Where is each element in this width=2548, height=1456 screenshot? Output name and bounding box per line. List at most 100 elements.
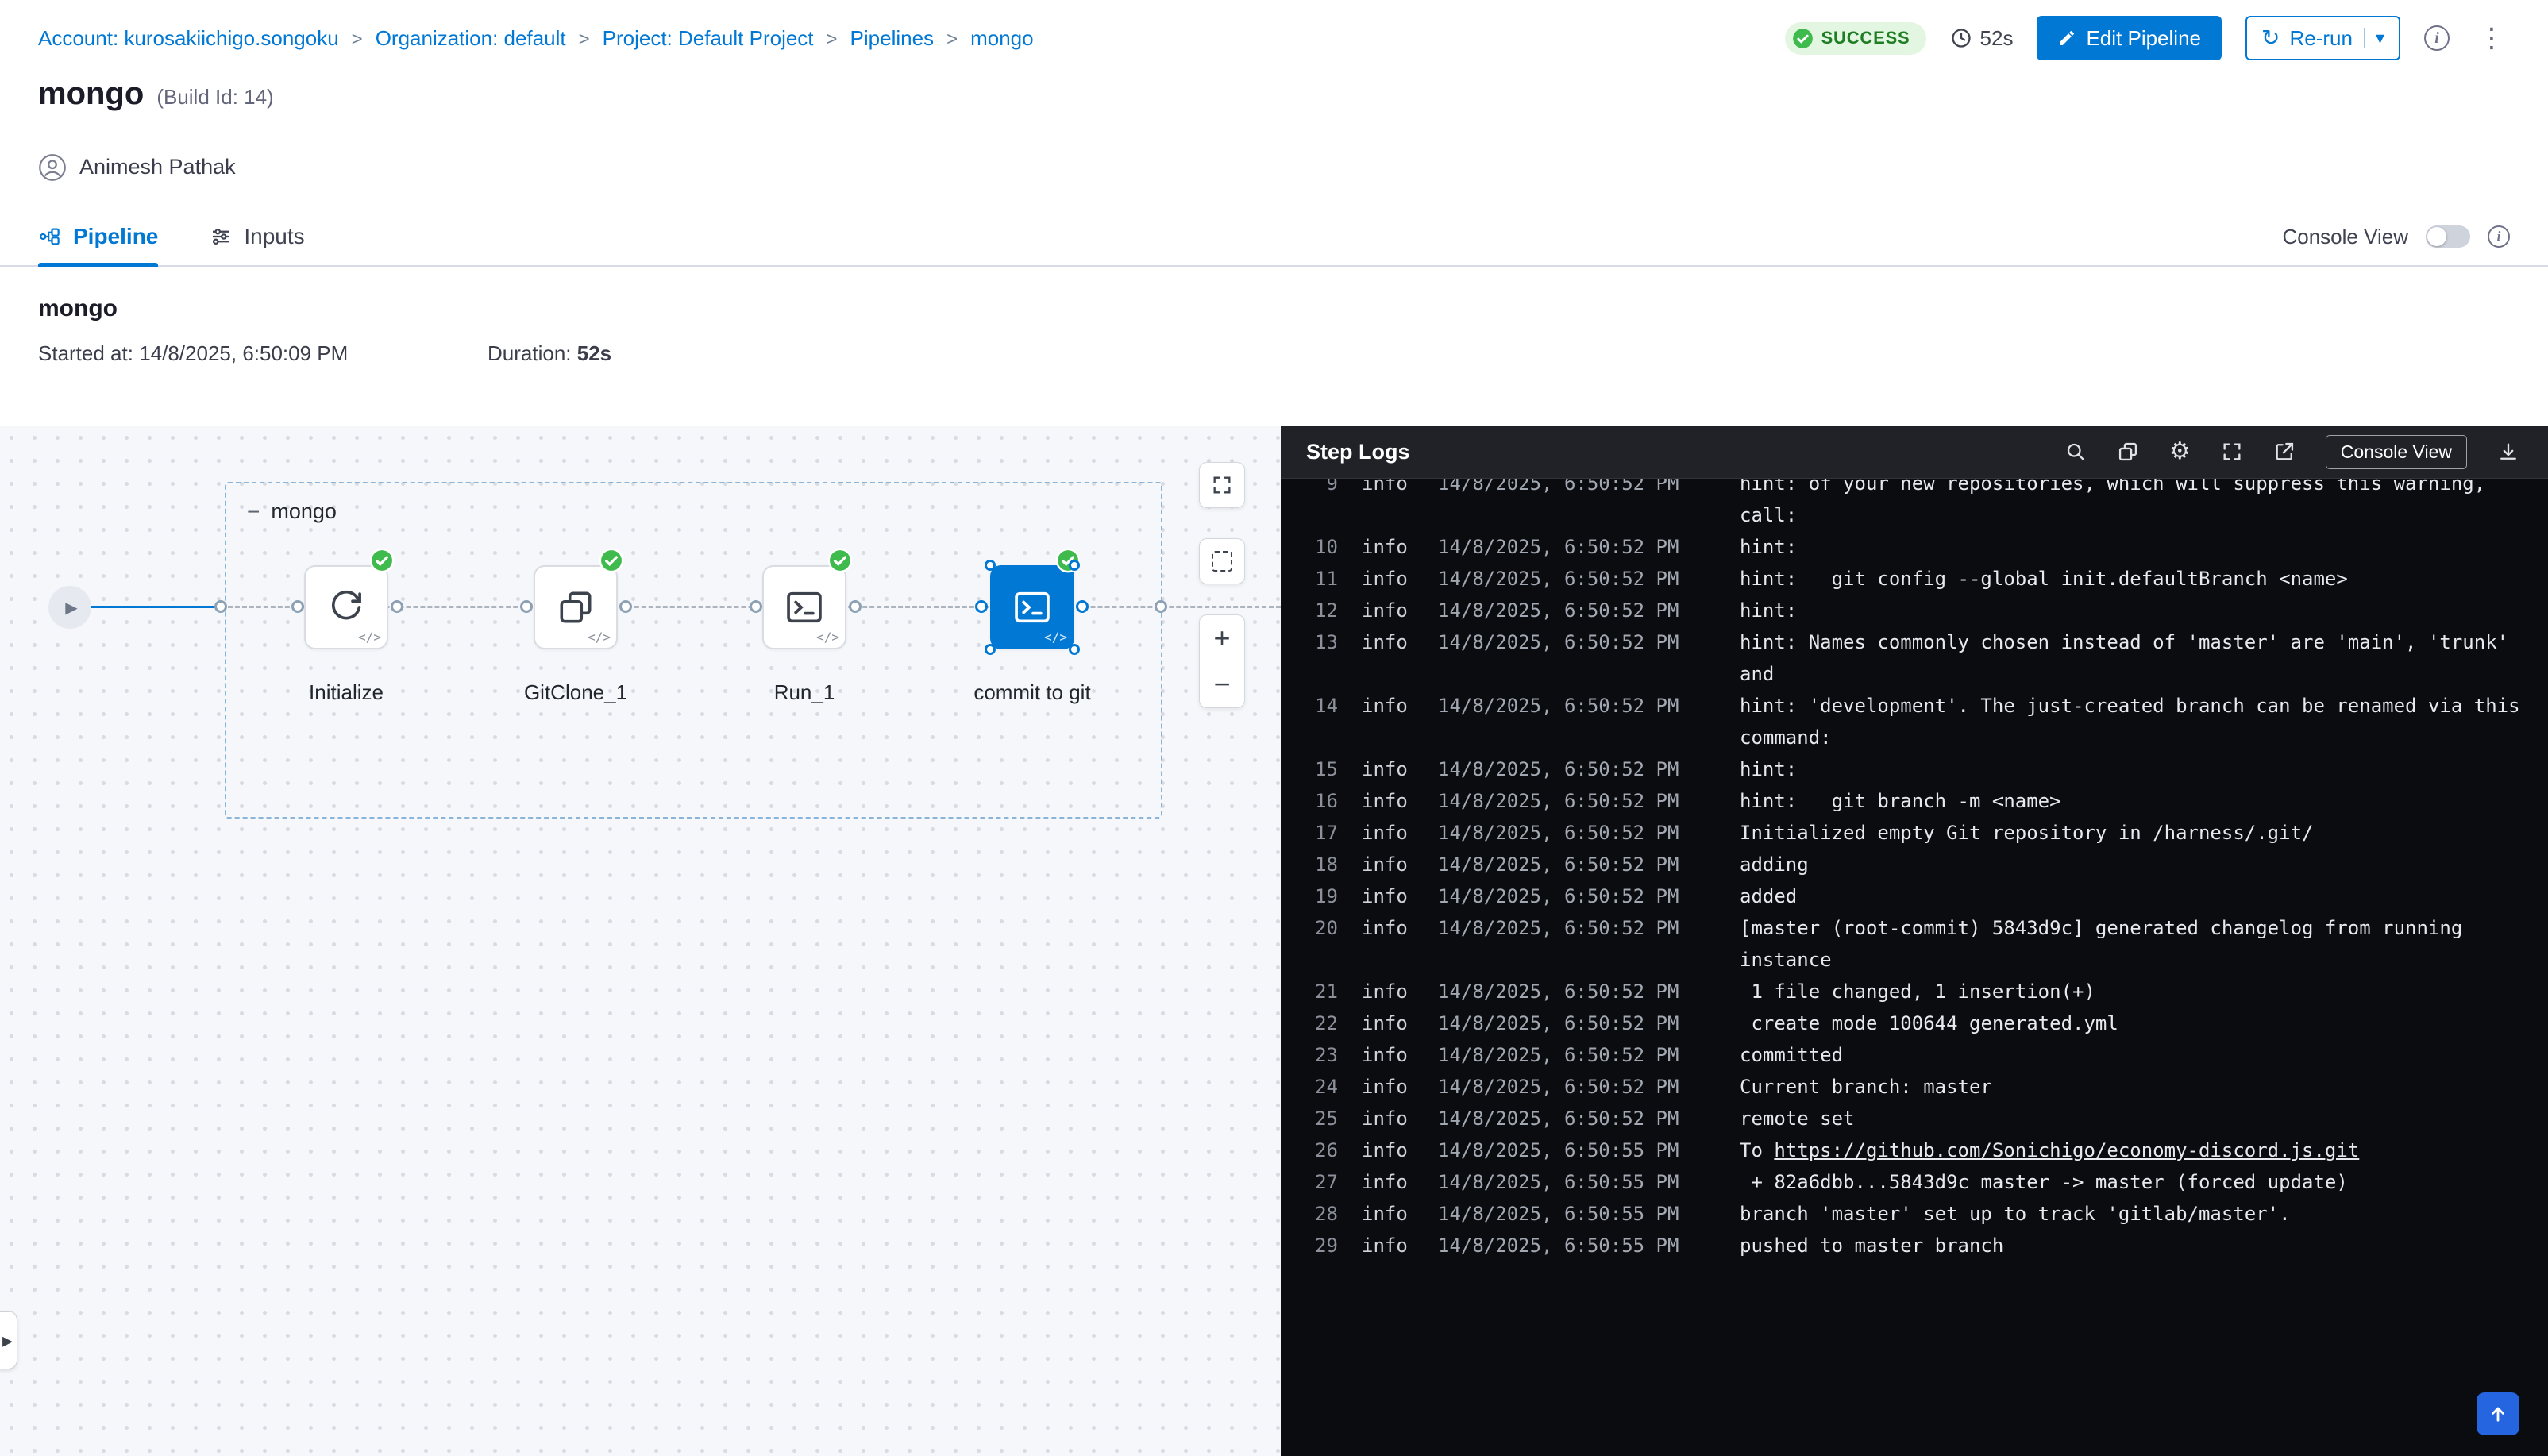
- step-success-icon: [369, 548, 395, 573]
- log-line-number: 29: [1303, 1230, 1338, 1261]
- log-message: adding: [1740, 849, 2527, 880]
- step-node-commit-to-git[interactable]: </>: [990, 565, 1074, 649]
- connector-dot: [1155, 600, 1167, 613]
- rerun-button[interactable]: ↻ Re-run ▾: [2245, 16, 2400, 60]
- step-node-run[interactable]: </>: [762, 565, 846, 649]
- open-in-new-icon[interactable]: [2273, 441, 2296, 463]
- breadcrumb-link[interactable]: mongo: [970, 26, 1034, 51]
- log-timestamp: 14/8/2025, 6:50:52 PM: [1438, 849, 1684, 880]
- kebab-menu-icon[interactable]: ⋮: [2473, 22, 2510, 54]
- stage-boundary: [225, 482, 1162, 819]
- step-label: Initialize: [259, 680, 434, 705]
- log-message: hint: 'development'. The just-created br…: [1740, 690, 2527, 753]
- author-row: Animesh Pathak: [0, 137, 2548, 197]
- fullscreen-button[interactable]: [1199, 462, 1245, 508]
- log-message: added: [1740, 880, 2527, 912]
- step-success-icon: [599, 548, 624, 573]
- log-message: Initialized empty Git repository in /har…: [1740, 817, 2527, 849]
- info-icon[interactable]: i: [2424, 25, 2450, 51]
- log-line-number: 21: [1303, 976, 1338, 1007]
- pipeline-start-node[interactable]: ▶: [48, 586, 91, 629]
- console-view-toggle[interactable]: [2426, 225, 2470, 248]
- log-level: info: [1362, 1230, 1417, 1261]
- zoom-in-button[interactable]: +: [1200, 615, 1244, 661]
- expand-left-panel-handle[interactable]: ▸: [0, 1311, 17, 1369]
- log-timestamp: 14/8/2025, 6:50:52 PM: [1438, 880, 1684, 912]
- search-icon[interactable]: [2064, 441, 2087, 463]
- log-link[interactable]: https://github.com/Sonichigo/economy-dis…: [1774, 1139, 2359, 1161]
- status-text: SUCCESS: [1821, 28, 1910, 48]
- log-message: + 82a6dbb...5843d9c master -> master (fo…: [1740, 1166, 2527, 1198]
- console-view-label: Console View: [2282, 225, 2408, 249]
- log-row: 26 info 14/8/2025, 6:50:55 PM To https:/…: [1303, 1134, 2527, 1166]
- tab-bar: Pipeline Inputs Console View i: [0, 208, 2548, 267]
- started-value: 14/8/2025, 6:50:09 PM: [139, 341, 348, 365]
- copy-icon[interactable]: [2117, 441, 2139, 463]
- connector-line-solid: [91, 606, 221, 608]
- avatar: [38, 153, 67, 182]
- zoom-out-button[interactable]: −: [1200, 661, 1244, 707]
- fullscreen-icon: [1211, 474, 1233, 496]
- info-icon[interactable]: i: [2488, 225, 2510, 248]
- log-message: hint: git config --global init.defaultBr…: [1740, 563, 2527, 595]
- duration-value: 52s: [577, 341, 611, 365]
- author-name: Animesh Pathak: [79, 155, 236, 179]
- connector-dot: [291, 600, 304, 613]
- log-row: 24 info 14/8/2025, 6:50:52 PM Current br…: [1303, 1071, 2527, 1103]
- tab-inputs[interactable]: Inputs: [209, 208, 304, 265]
- log-timestamp: 14/8/2025, 6:50:55 PM: [1438, 1230, 1684, 1261]
- connector-dot: [975, 600, 988, 613]
- log-timestamp: 14/8/2025, 6:50:55 PM: [1438, 1134, 1684, 1166]
- log-level: info: [1362, 1039, 1417, 1071]
- collapse-stage-icon[interactable]: −: [247, 501, 260, 523]
- breadcrumb-link[interactable]: Organization: default: [376, 26, 603, 51]
- step-node-gitclone[interactable]: </>: [534, 565, 618, 649]
- log-level: info: [1362, 1103, 1417, 1134]
- tab-pipeline[interactable]: Pipeline: [38, 208, 158, 265]
- log-level: info: [1362, 479, 1417, 531]
- breadcrumb-link[interactable]: Pipelines: [850, 26, 971, 51]
- log-message: hint:: [1740, 595, 2527, 626]
- log-level: info: [1362, 626, 1417, 690]
- step-label: GitClone_1: [488, 680, 663, 705]
- log-level: info: [1362, 690, 1417, 753]
- marquee-select-button[interactable]: [1199, 538, 1245, 584]
- log-row: 9 info 14/8/2025, 6:50:52 PM hint: of yo…: [1303, 479, 2527, 531]
- log-timestamp: 14/8/2025, 6:50:52 PM: [1438, 626, 1684, 690]
- log-line-number: 18: [1303, 849, 1338, 880]
- log-message: hint:: [1740, 531, 2527, 563]
- log-line-number: 13: [1303, 626, 1338, 690]
- selection-handle: [985, 644, 996, 655]
- log-row: 11 info 14/8/2025, 6:50:52 PM hint: git …: [1303, 563, 2527, 595]
- log-body[interactable]: 9 info 14/8/2025, 6:50:52 PM hint: of yo…: [1281, 479, 2548, 1456]
- log-message: remote set: [1740, 1103, 2527, 1134]
- edit-pipeline-button[interactable]: Edit Pipeline: [2037, 16, 2222, 60]
- step-node-initialize[interactable]: </>: [304, 565, 388, 649]
- log-timestamp: 14/8/2025, 6:50:52 PM: [1438, 690, 1684, 753]
- scroll-to-top-button[interactable]: [2477, 1392, 2519, 1435]
- connector-dot: [1076, 600, 1089, 613]
- log-level: info: [1362, 563, 1417, 595]
- connector-dot: [391, 600, 403, 613]
- caret-down-icon[interactable]: ▾: [2364, 28, 2384, 48]
- log-timestamp: 14/8/2025, 6:50:52 PM: [1438, 479, 1684, 531]
- download-icon[interactable]: [2497, 441, 2519, 463]
- log-row: 15 info 14/8/2025, 6:50:52 PM hint:: [1303, 753, 2527, 785]
- log-row: 22 info 14/8/2025, 6:50:52 PM create mod…: [1303, 1007, 2527, 1039]
- header-actions: SUCCESS 52s Edit Pipeline ↻ Re-run ▾ i ⋮: [1785, 16, 2510, 60]
- breadcrumb-link[interactable]: Project: Default Project: [603, 26, 850, 51]
- stage-label: − mongo: [247, 499, 337, 524]
- settings-gear-icon[interactable]: ⚙: [2169, 440, 2191, 464]
- breadcrumb-link[interactable]: Account: kurosakiichigo.songoku: [38, 26, 376, 51]
- log-level: info: [1362, 1007, 1417, 1039]
- console-view-button[interactable]: Console View: [2326, 435, 2467, 469]
- pipeline-canvas[interactable]: − mongo ▶ </> </> </> </> Initialize Git…: [0, 426, 1281, 1456]
- log-line-number: 23: [1303, 1039, 1338, 1071]
- log-timestamp: 14/8/2025, 6:50:52 PM: [1438, 1103, 1684, 1134]
- log-timestamp: 14/8/2025, 6:50:52 PM: [1438, 1007, 1684, 1039]
- log-level: info: [1362, 1071, 1417, 1103]
- zoom-controls: + −: [1199, 614, 1245, 708]
- title-row: mongo (Build Id: 14): [0, 76, 2548, 127]
- expand-logs-icon[interactable]: [2221, 441, 2243, 463]
- log-row: 10 info 14/8/2025, 6:50:52 PM hint:: [1303, 531, 2527, 563]
